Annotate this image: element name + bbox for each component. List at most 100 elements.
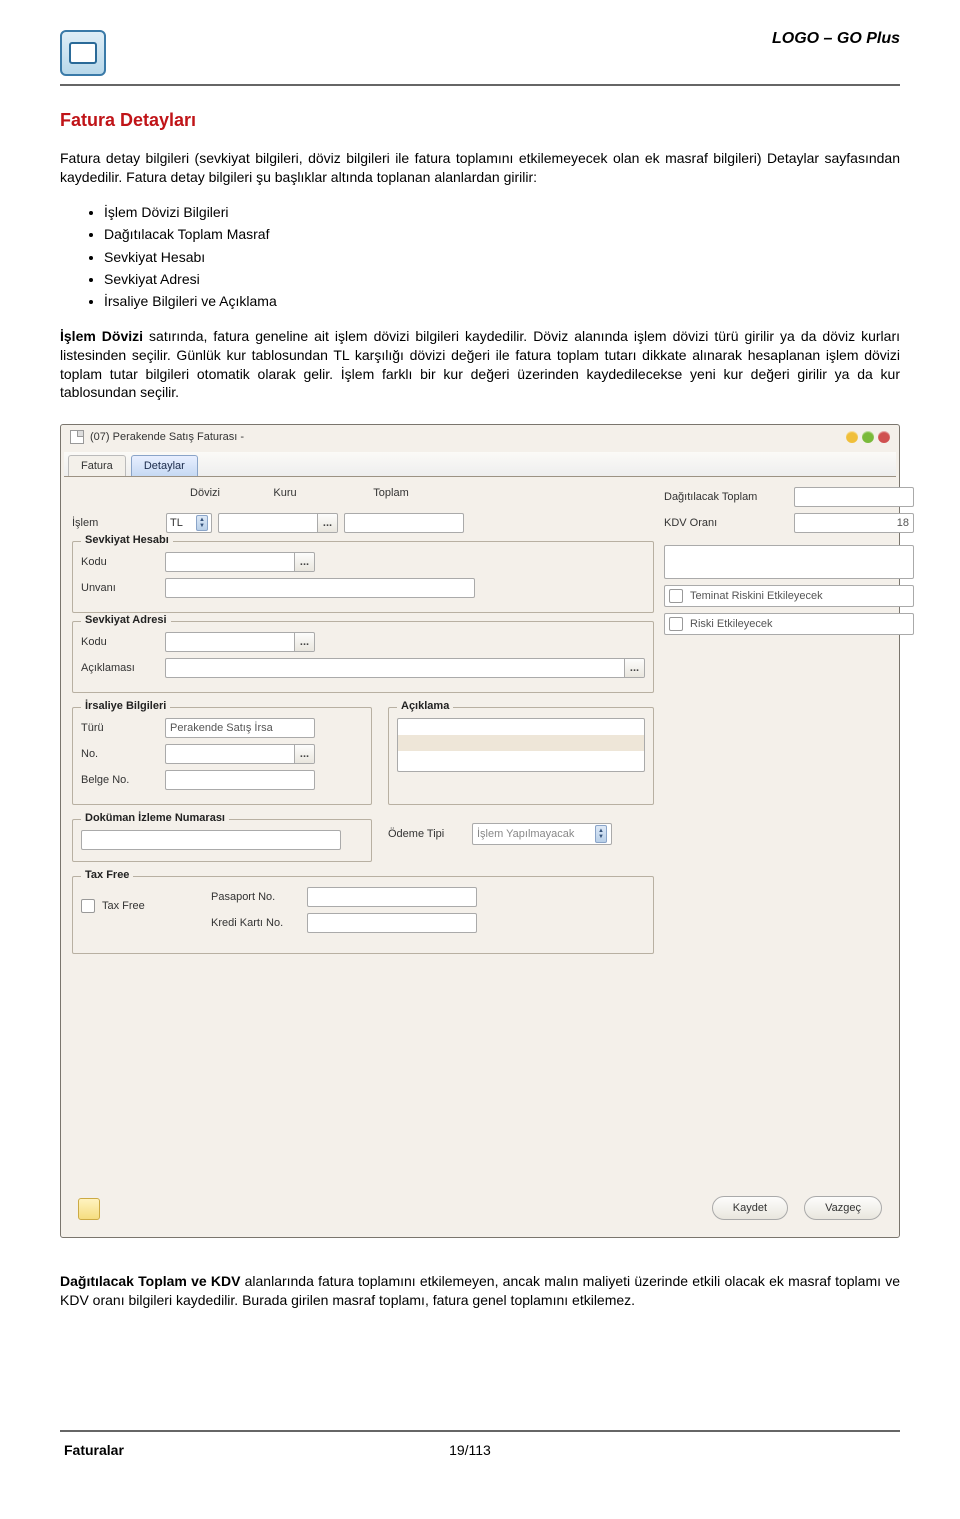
irsaliye-legend: İrsaliye Bilgileri [81, 700, 170, 712]
dokuman-group: Doküman İzleme Numarası [72, 819, 372, 862]
sevkiyat-hesabi-group: Sevkiyat Hesabı Kodu ... Unvanı [72, 541, 654, 613]
col-kuru: Kuru [244, 487, 326, 499]
brand-title: LOGO – GO Plus [772, 30, 900, 48]
dagitilacak-input[interactable] [794, 487, 914, 507]
col-dovizi: Dövizi [166, 487, 244, 499]
window-titlebar: (07) Perakende Satış Faturası - [64, 428, 896, 446]
column-headers: Dövizi Kuru Toplam [166, 487, 654, 499]
cancel-button[interactable]: Vazgeç [804, 1196, 882, 1220]
ir-turu-label: Türü [81, 722, 165, 734]
sh-unvani-label: Unvanı [81, 582, 165, 594]
dokuman-input[interactable] [81, 830, 341, 850]
ir-no-label: No. [81, 748, 165, 760]
page-footer: Faturalar 19/113 [60, 1430, 900, 1458]
paragraph-2: İşlem Dövizi satırında, fatura geneline … [60, 327, 900, 403]
dialog-footer: Kaydet Vazgeç [72, 1190, 888, 1226]
stepper-icon: ▲▼ [196, 515, 208, 531]
odeme-select[interactable]: İşlem Yapılmayacak ▲▼ [472, 823, 612, 845]
intro-paragraph: Fatura detay bilgileri (sevkiyat bilgile… [60, 149, 900, 187]
sh-unvani-input[interactable] [165, 578, 475, 598]
form-area: Dövizi Kuru Toplam İşlem TL ▲▼ ... [64, 477, 896, 1234]
sevkiyat-hesabi-legend: Sevkiyat Hesabı [81, 534, 173, 546]
sa-kodu-label: Kodu [81, 636, 165, 648]
tab-fatura[interactable]: Fatura [68, 455, 126, 476]
aciklama-group: Açıklama [388, 707, 654, 805]
paragraph-3: Dağıtılacak Toplam ve KDV alanlarında fa… [60, 1272, 900, 1310]
kredi-label: Kredi Kartı No. [211, 917, 307, 929]
lookup-icon[interactable]: ... [624, 659, 644, 677]
taxfree-cb-label: Tax Free [102, 900, 145, 912]
dagitilacak-label: Dağıtılacak Toplam [664, 491, 794, 503]
bullet-item: Dağıtılacak Toplam Masraf [104, 223, 900, 245]
window-title: (07) Perakende Satış Faturası - [90, 431, 244, 443]
maximize-icon[interactable] [862, 431, 874, 443]
col-toplam: Toplam [326, 487, 456, 499]
lookup-icon[interactable]: ... [294, 553, 314, 571]
tab-bar: Fatura Detaylar [64, 452, 896, 477]
teminat-check-row[interactable]: Teminat Riskini Etkileyecek [664, 585, 914, 607]
paragraph-2-rest: satırında, fatura geneline ait işlem döv… [60, 328, 900, 401]
paragraph-3-lead: Dağıtılacak Toplam ve KDV [60, 1273, 240, 1289]
kredi-input[interactable] [307, 913, 477, 933]
page-header: LOGO – GO Plus [60, 30, 900, 76]
save-button[interactable]: Kaydet [712, 1196, 788, 1220]
header-divider [60, 84, 900, 86]
riski-check-row[interactable]: Riski Etkileyecek [664, 613, 914, 635]
bullet-list: İşlem Dövizi Bilgileri Dağıtılacak Topla… [104, 201, 900, 313]
bullet-item: Sevkiyat Hesabı [104, 246, 900, 268]
footer-divider [60, 1430, 900, 1432]
tab-detaylar[interactable]: Detaylar [131, 455, 198, 476]
teminat-label: Teminat Riskini Etkileyecek [690, 590, 823, 602]
islem-currency-select[interactable]: TL ▲▼ [166, 513, 212, 533]
kdv-label: KDV Oranı [664, 517, 794, 529]
sh-kodu-input[interactable]: ... [165, 552, 315, 572]
odeme-value: İşlem Yapılmayacak [477, 828, 574, 840]
toplam-input[interactable] [344, 513, 464, 533]
teminat-checkbox[interactable] [669, 589, 683, 603]
footer-title: Faturalar [64, 1442, 124, 1458]
paragraph-2-lead: İşlem Dövizi [60, 328, 143, 344]
note-icon[interactable] [78, 1198, 100, 1220]
irsaliye-group: İrsaliye Bilgileri Türü Perakende Satış … [72, 707, 372, 805]
dialog-window: (07) Perakende Satış Faturası - Fatura D… [60, 424, 900, 1238]
ir-turu-input[interactable]: Perakende Satış İrsa [165, 718, 315, 738]
close-icon[interactable] [878, 431, 890, 443]
taxfree-checkbox[interactable] [81, 899, 95, 913]
empty-panel-1 [664, 545, 914, 579]
lookup-icon[interactable]: ... [317, 514, 337, 532]
sa-acik-label: Açıklaması [81, 662, 165, 674]
app-logo-icon [60, 30, 106, 76]
odeme-label: Ödeme Tipi [388, 828, 472, 840]
page-number: 19/113 [449, 1442, 491, 1458]
aciklama-legend: Açıklama [397, 700, 453, 712]
lookup-icon[interactable]: ... [294, 745, 314, 763]
sa-acik-input[interactable]: ... [165, 658, 645, 678]
lookup-icon[interactable]: ... [294, 633, 314, 651]
bullet-item: Sevkiyat Adresi [104, 268, 900, 290]
ir-belge-input[interactable] [165, 770, 315, 790]
islem-label: İşlem [72, 517, 166, 529]
kdv-input[interactable]: 18 [794, 513, 914, 533]
ir-belge-label: Belge No. [81, 774, 165, 786]
document-icon [70, 430, 84, 444]
pasaport-input[interactable] [307, 887, 477, 907]
left-column: Dövizi Kuru Toplam İşlem TL ▲▼ ... [72, 487, 654, 960]
kuru-input[interactable]: ... [218, 513, 338, 533]
aciklama-list[interactable] [397, 718, 645, 772]
pasaport-label: Pasaport No. [211, 891, 307, 903]
riski-label: Riski Etkileyecek [690, 618, 773, 630]
ir-no-input[interactable]: ... [165, 744, 315, 764]
document-page: LOGO – GO Plus Fatura Detayları Fatura d… [0, 0, 960, 1498]
islem-row: İşlem TL ▲▼ ... [72, 513, 654, 533]
riski-checkbox[interactable] [669, 617, 683, 631]
sa-legend: Sevkiyat Adresi [81, 614, 171, 626]
sevkiyat-adresi-group: Sevkiyat Adresi Kodu ... Açıklaması ... [72, 621, 654, 693]
tax-free-group: Tax Free Tax Free Pasaport No. [72, 876, 654, 954]
window-controls [846, 431, 890, 443]
stepper-icon: ▲▼ [595, 825, 607, 843]
bullet-item: İrsaliye Bilgileri ve Açıklama [104, 290, 900, 312]
minimize-icon[interactable] [846, 431, 858, 443]
sa-kodu-input[interactable]: ... [165, 632, 315, 652]
islem-currency-value: TL [170, 517, 183, 529]
section-title: Fatura Detayları [60, 110, 900, 131]
